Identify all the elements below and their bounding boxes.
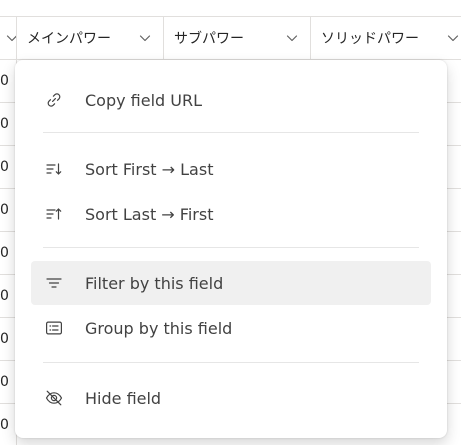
app-stage: メインパワー サブパワー ソリッドパワー 0 0 0 0 0 0 0 0 0 C… bbox=[0, 0, 461, 445]
menu-item-label: Sort Last → First bbox=[85, 204, 214, 224]
chevron-down-icon[interactable] bbox=[4, 30, 17, 46]
menu-divider bbox=[43, 362, 419, 363]
sort-last-first-menu-item[interactable]: Sort Last → First bbox=[31, 192, 431, 236]
chevron-down-icon[interactable] bbox=[445, 30, 461, 46]
grid-header: メインパワー サブパワー ソリッドパワー bbox=[0, 17, 461, 60]
menu-item-label: Hide field bbox=[85, 388, 162, 408]
group-by-field-menu-item[interactable]: Group by this field bbox=[31, 306, 431, 350]
column-context-menu: Copy field URL Sort First → Last Sort La… bbox=[15, 60, 447, 438]
sort-first-last-menu-item[interactable]: Sort First → Last bbox=[31, 147, 431, 191]
copy-field-url-menu-item[interactable]: Copy field URL bbox=[31, 78, 431, 122]
filter-by-field-menu-item[interactable]: Filter by this field bbox=[31, 261, 431, 305]
menu-item-label: Copy field URL bbox=[85, 90, 203, 110]
group-list-icon bbox=[44, 318, 64, 338]
menu-item-label: Group by this field bbox=[85, 318, 233, 338]
column-header-label: ソリッドパワー bbox=[321, 31, 419, 47]
sort-descending-icon bbox=[44, 204, 64, 224]
hide-field-menu-item[interactable]: Hide field bbox=[31, 376, 431, 420]
column-header-solid-power[interactable]: ソリッドパワー bbox=[311, 17, 461, 59]
column-header-previous[interactable] bbox=[0, 17, 17, 59]
eye-off-icon bbox=[44, 388, 64, 408]
link-icon bbox=[44, 90, 64, 110]
sort-ascending-icon bbox=[44, 159, 64, 179]
menu-item-label: Sort First → Last bbox=[85, 159, 214, 179]
filter-icon bbox=[44, 273, 64, 293]
column-header-sub-power[interactable]: サブパワー bbox=[164, 17, 311, 59]
column-header-label: サブパワー bbox=[174, 31, 244, 47]
chevron-down-icon[interactable] bbox=[284, 30, 300, 46]
column-header-main-power[interactable]: メインパワー bbox=[17, 17, 164, 59]
menu-item-label: Filter by this field bbox=[85, 273, 224, 293]
column-header-label: メインパワー bbox=[27, 31, 111, 47]
chevron-down-icon[interactable] bbox=[137, 30, 153, 46]
menu-divider bbox=[43, 247, 419, 248]
menu-divider bbox=[43, 132, 419, 133]
